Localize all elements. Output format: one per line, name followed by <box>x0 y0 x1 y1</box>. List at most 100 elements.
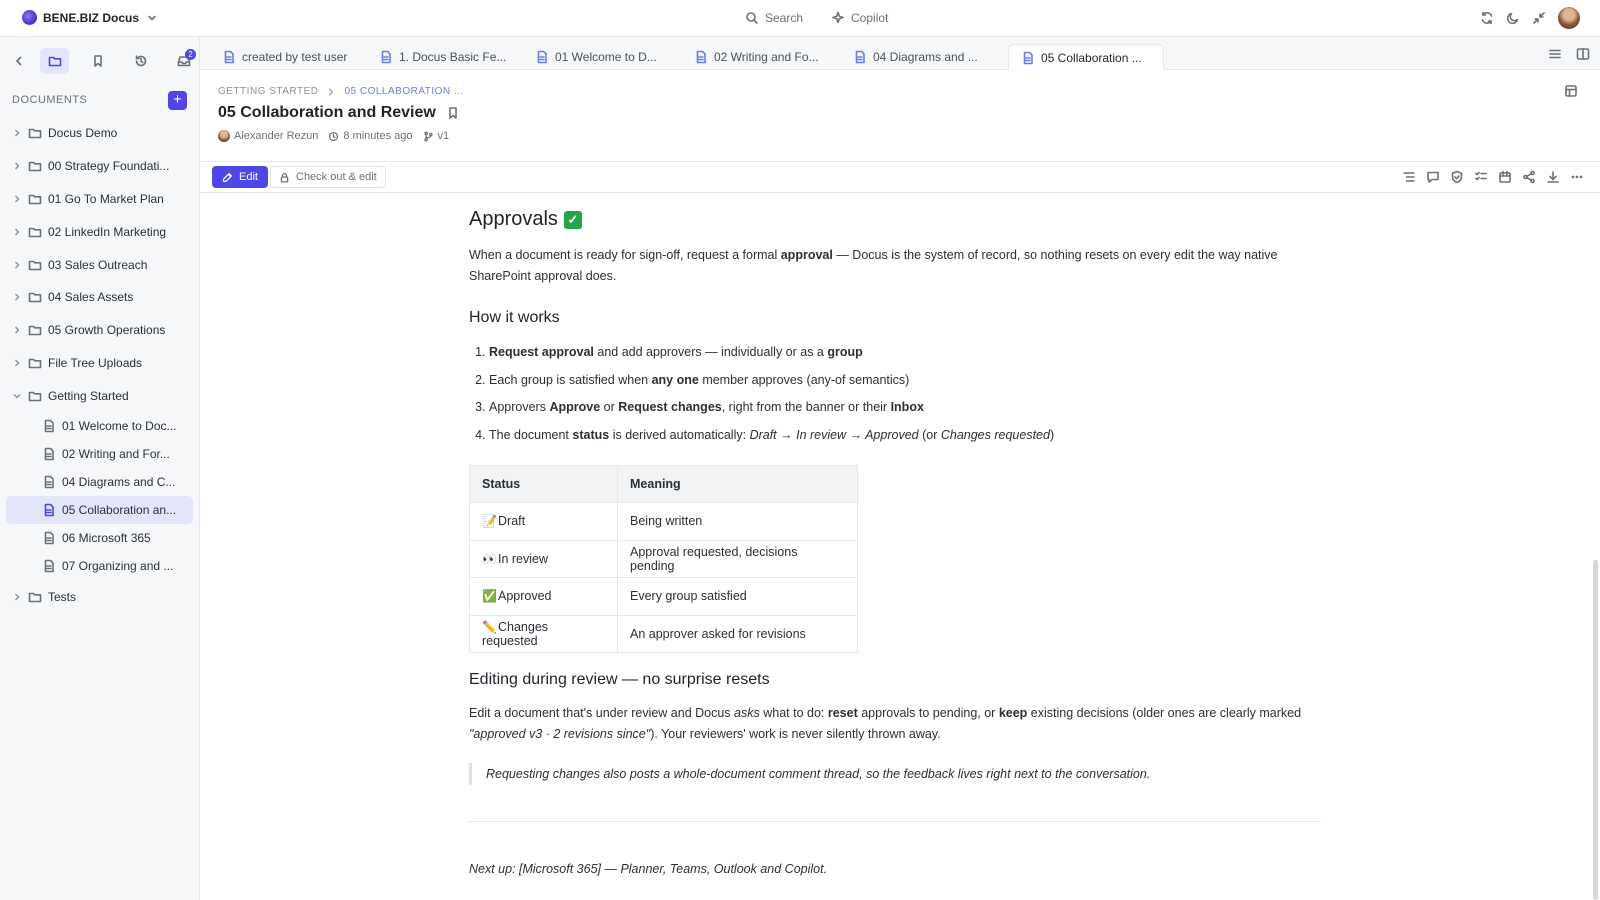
author-name[interactable]: Alexander Rezun <box>234 130 318 142</box>
status-cell: 📝Draft <box>469 502 618 541</box>
user-avatar[interactable] <box>1558 7 1580 29</box>
next-up-link[interactable]: Next up: [Microsoft 365] — Planner, Team… <box>469 862 1321 876</box>
meaning-cell: Every group satisfied <box>617 577 858 616</box>
tree-folder[interactable]: 00 Strategy Foundati... <box>0 150 199 183</box>
shield-check-icon[interactable] <box>1450 170 1464 184</box>
tree-document[interactable]: 04 Diagrams and C... <box>6 468 193 496</box>
checklist-icon[interactable] <box>1474 170 1488 184</box>
calendar-icon[interactable] <box>1498 170 1512 184</box>
tab-document[interactable]: created by test user <box>210 44 359 70</box>
document-icon <box>379 50 393 64</box>
meaning-cell: An approver asked for revisions <box>617 614 858 653</box>
tab-document[interactable]: 01 Welcome to D... <box>523 44 669 70</box>
list-item: Request approval and add approvers — ind… <box>489 345 1321 373</box>
check-mark-icon: ✅ <box>482 589 497 604</box>
workspace-switcher[interactable]: BENE.BIZ Docus <box>22 10 159 25</box>
tree-document[interactable]: 07 Organizing and ... <box>6 552 193 580</box>
tree-folder[interactable]: 01 Go To Market Plan <box>0 183 199 216</box>
tab-document[interactable]: 1. Docus Basic Fe... <box>367 44 518 70</box>
callout-quote: Requesting changes also posts a whole-do… <box>469 763 1321 785</box>
bookmarks-view-button[interactable] <box>83 48 112 74</box>
checkout-edit-button[interactable]: Check out & edit <box>270 166 386 188</box>
folder-icon <box>28 126 42 140</box>
chevron-down-icon <box>145 11 159 25</box>
sync-icon[interactable] <box>1480 11 1494 25</box>
outline-icon[interactable] <box>1402 170 1416 184</box>
search-button[interactable]: Search <box>745 11 803 25</box>
tree-folder[interactable]: 02 LinkedIn Marketing <box>0 215 199 248</box>
tab-document-active[interactable]: 05 Collaboration ... <box>1008 44 1164 70</box>
tree-folder[interactable]: 05 Growth Operations <box>0 314 199 347</box>
status-cell: 👀In review <box>469 539 618 578</box>
list-view-icon[interactable] <box>1548 47 1562 61</box>
panel-toggle-icon[interactable] <box>1564 84 1578 98</box>
folder-icon <box>28 323 42 337</box>
tree-document-active[interactable]: 05 Collaboration an... <box>6 496 193 525</box>
document-meta: Alexander Rezun 8 minutes ago v1 <box>218 130 449 142</box>
document-icon <box>42 559 56 573</box>
folder-icon <box>28 590 42 604</box>
document-body: Approvals ✓ When a document is ready for… <box>469 196 1321 876</box>
memo-icon: 📝 <box>482 514 497 529</box>
chevron-right-icon <box>12 325 22 335</box>
section-heading-approvals: Approvals ✓ <box>469 208 1321 231</box>
tree-folder[interactable]: Tests <box>0 580 199 613</box>
more-icon[interactable] <box>1570 170 1584 184</box>
status-cell: ✏️Changes requested <box>469 614 618 653</box>
version-label[interactable]: v1 <box>438 130 450 142</box>
chevron-right-icon <box>12 358 22 368</box>
bookmark-icon <box>91 54 105 68</box>
breadcrumb-current[interactable]: 05 COLLABORATION ... <box>344 86 463 97</box>
split-view-icon[interactable] <box>1576 47 1590 61</box>
scrollbar[interactable] <box>1593 560 1598 900</box>
back-icon[interactable] <box>12 54 26 68</box>
document-toolbar: Edit Check out & edit <box>200 162 1600 193</box>
intro-paragraph: When a document is ready for sign-off, r… <box>469 248 1278 283</box>
collapse-icon[interactable] <box>1532 11 1546 25</box>
tree-folder[interactable]: File Tree Uploads <box>0 347 199 380</box>
folder-icon <box>28 225 42 239</box>
status-table: Status Meaning 📝Draft Being written 👀In … <box>469 465 858 653</box>
inbox-view-button[interactable]: 2 <box>170 48 199 74</box>
table-row: ✏️Changes requested An approver asked fo… <box>469 614 858 653</box>
tab-document[interactable]: 04 Diagrams and ... <box>841 44 990 70</box>
document-header: GETTING STARTED 05 COLLABORATION ... 05 … <box>200 70 1600 162</box>
comment-icon[interactable] <box>1426 170 1440 184</box>
tree-folder-open[interactable]: Getting Started <box>0 379 199 412</box>
copilot-button[interactable]: Copilot <box>831 11 888 25</box>
breadcrumb-root[interactable]: GETTING STARTED <box>218 86 318 97</box>
history-view-button[interactable] <box>127 48 156 74</box>
add-document-button[interactable]: + <box>168 90 187 110</box>
folder-icon <box>28 389 42 403</box>
download-icon[interactable] <box>1546 170 1560 184</box>
document-icon <box>42 419 56 433</box>
chevron-right-icon <box>12 592 22 602</box>
bookmark-icon[interactable] <box>446 106 460 120</box>
dark-mode-icon[interactable] <box>1506 11 1520 25</box>
clock-icon <box>328 131 339 142</box>
table-header-row: Status Meaning <box>469 465 858 503</box>
page-title: 05 Collaboration and Review <box>218 104 460 122</box>
sparkle-icon <box>831 11 845 25</box>
files-view-button[interactable] <box>40 48 70 74</box>
tree-folder[interactable]: 04 Sales Assets <box>0 281 199 314</box>
document-icon <box>1021 51 1035 65</box>
share-icon[interactable] <box>1522 170 1536 184</box>
tree-document[interactable]: 02 Writing and For... <box>6 440 193 468</box>
tree-folder[interactable]: Docus Demo <box>0 117 199 150</box>
list-item: Each group is satisfied when any one mem… <box>489 373 1321 401</box>
folder-icon <box>28 258 42 272</box>
branch-icon <box>423 131 434 142</box>
chevron-right-icon <box>12 260 22 270</box>
tab-document[interactable]: 02 Writing and Fo... <box>682 44 831 70</box>
tree-document[interactable]: 06 Microsoft 365 <box>6 524 193 552</box>
table-row: ✅Approved Every group satisfied <box>469 577 858 616</box>
lock-icon <box>279 172 290 183</box>
status-cell: ✅Approved <box>469 577 618 616</box>
history-icon <box>134 54 148 68</box>
tree-folder[interactable]: 03 Sales Outreach <box>0 248 199 281</box>
eyes-icon: 👀 <box>482 551 497 566</box>
edit-button[interactable]: Edit <box>212 166 268 188</box>
app-logo-icon <box>22 10 37 25</box>
tree-document[interactable]: 01 Welcome to Doc... <box>6 412 193 440</box>
